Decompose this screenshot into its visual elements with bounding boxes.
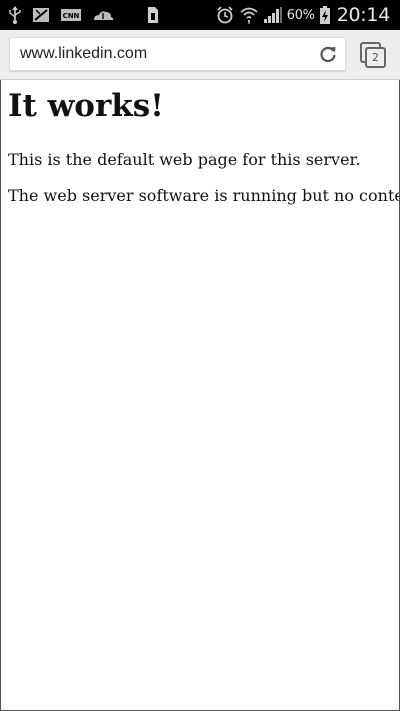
cloud-icon: [91, 7, 115, 23]
reload-icon: [320, 46, 336, 63]
system-indicators: 60% 20:14: [215, 0, 400, 30]
phone-icon: [31, 5, 51, 25]
page-paragraph-1: This is the default web page for this se…: [8, 150, 361, 169]
alarm-icon: [215, 5, 235, 25]
clock: 20:14: [336, 4, 391, 26]
signal-icon: [263, 6, 283, 24]
sim-card-icon: [146, 5, 160, 25]
address-bar[interactable]: www.linkedin.com: [9, 37, 346, 71]
page-paragraph-2: The web server software is running but n…: [8, 186, 399, 205]
svg-text:CNN: CNN: [63, 12, 80, 20]
browser-toolbar: www.linkedin.com 2: [0, 30, 400, 80]
url-text[interactable]: www.linkedin.com: [20, 38, 147, 70]
tab-count: 2: [372, 51, 379, 64]
page-heading: It works!: [8, 88, 164, 124]
tab-switcher-button[interactable]: 2: [358, 41, 388, 69]
usb-icon: [8, 5, 22, 25]
reload-button[interactable]: [317, 43, 339, 65]
web-page-viewport[interactable]: It works! This is the default web page f…: [0, 80, 400, 711]
status-bar: CNN 60% 20:14: [0, 0, 400, 30]
battery-percent: 60%: [286, 7, 315, 23]
wifi-icon: [239, 5, 259, 25]
cnn-icon: CNN: [60, 7, 82, 23]
notification-icons: CNN: [0, 0, 160, 30]
battery-icon: [319, 5, 331, 25]
